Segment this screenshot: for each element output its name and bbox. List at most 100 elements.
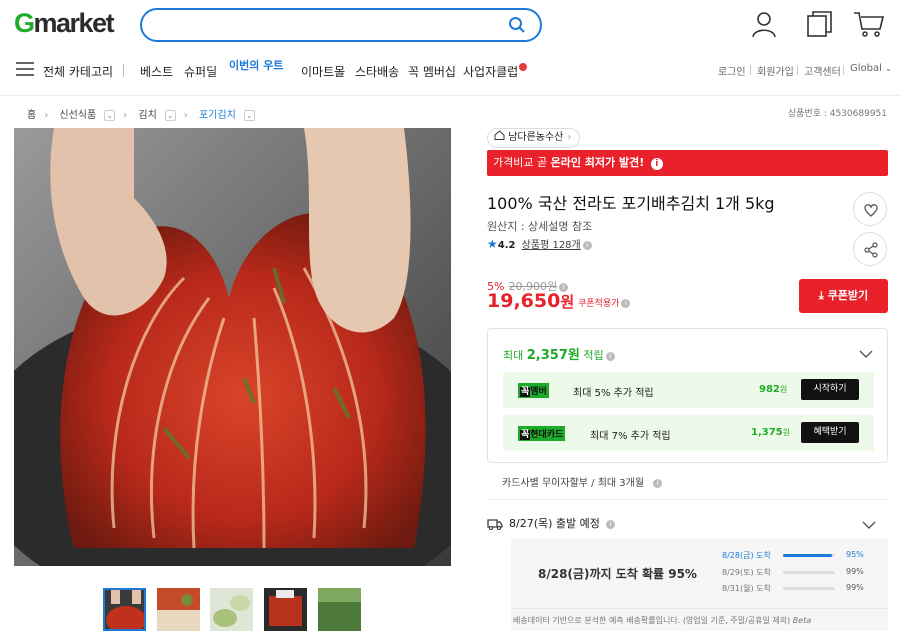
global-link[interactable]: Global ⌄ <box>850 63 892 74</box>
all-categories-button[interactable]: 전체 카테고리 <box>43 63 113 80</box>
chevron-right-icon: › <box>567 132 572 143</box>
rewards-title-suffix: 적립 <box>583 349 604 362</box>
recent-items-icon[interactable] <box>806 10 834 42</box>
menu-icon[interactable] <box>16 62 34 79</box>
breadcrumb: 홈 › 신선식품 ⌄ › 김치 ⌄ › 포기김치 ⌄ <box>27 106 263 121</box>
search-icon[interactable] <box>508 16 526 38</box>
delivery-line: 8/28(금) 도착 95% <box>722 550 872 562</box>
member-reward-row: 꼭멤버 최대 5% 추가 적립 982원 시작하기 <box>503 372 874 408</box>
reward-unit: 원 <box>782 428 791 437</box>
shipping-estimate: 8/27(목) 출발 예정 i <box>487 515 615 531</box>
info-icon[interactable]: i <box>582 240 592 250</box>
price-comparison-banner[interactable]: 가격비교 곧 온라인 최저가 발견! i <box>487 150 888 176</box>
probability-fill <box>783 587 835 590</box>
search-input[interactable] <box>156 10 496 38</box>
promo-strong: 온라인 최저가 발견! <box>550 156 645 169</box>
login-link[interactable]: 로그인 <box>718 63 746 78</box>
get-benefit-button[interactable]: 혜택받기 <box>801 422 859 443</box>
installment-info: 카드사별 무이자할부 / 최대 3개월 i <box>502 474 663 489</box>
product-number: 상품번호 : 4530689951 <box>787 109 887 119</box>
shipping-label: 8/27(목) 출발 예정 <box>509 517 600 530</box>
customer-center-link[interactable]: 고객센터 <box>804 63 841 78</box>
review-count-link[interactable]: 상품평 128개 <box>522 240 581 251</box>
nav-item-superdeal[interactable]: 슈퍼딜 <box>184 63 217 80</box>
header-divider <box>0 95 900 96</box>
rating-value: 4.2 <box>497 240 516 251</box>
nav-item-star-delivery[interactable]: 스타배송 <box>355 63 399 80</box>
reward-amount: 982원 <box>759 384 787 395</box>
main-nav: 전체 카테고리 베스트 슈퍼딜 이번의 우트 이마트몰 스타배송 꼭 멤버십 사… <box>0 55 900 85</box>
delivery-date: 8/31(월) 도착 <box>722 584 771 593</box>
breadcrumb-whole-cabbage-kimchi[interactable]: 포기김치 <box>199 110 236 121</box>
product-main-image[interactable] <box>14 128 451 566</box>
thumbnail-2[interactable] <box>157 588 200 631</box>
chevron-right-icon: › <box>123 110 128 121</box>
heart-icon <box>864 204 878 217</box>
thumbnail-1[interactable] <box>103 588 146 631</box>
start-membership-button[interactable]: 시작하기 <box>801 379 859 400</box>
share-button[interactable] <box>853 232 887 266</box>
chevron-down-icon[interactable] <box>859 343 873 362</box>
breadcrumb-home[interactable]: 홈 <box>27 110 36 121</box>
delivery-percent: 95% <box>846 550 864 559</box>
thumbnail-5[interactable] <box>318 588 361 631</box>
nav-item-fresh[interactable]: 이번의 우트 <box>229 57 283 73</box>
store-link[interactable]: 남다른농수산 › <box>487 128 581 148</box>
installment-text: 카드사별 무이자할부 / 최대 3개월 <box>502 478 645 489</box>
chevron-down-icon[interactable] <box>862 514 876 533</box>
promo-prefix: 가격비교 곧 <box>493 156 548 169</box>
logo-text: market <box>33 8 115 38</box>
business-club-label: 사업자클럽 <box>463 65 519 79</box>
beta-tag: Beta <box>792 616 812 625</box>
chevron-down-icon[interactable]: ⌄ <box>104 109 116 121</box>
probability-fill <box>783 571 835 574</box>
card-tag: 꼭현대카드 <box>518 426 566 441</box>
util-divider <box>843 65 844 75</box>
logo-g: G <box>14 8 35 38</box>
breadcrumb-kimchi[interactable]: 김치 <box>138 110 156 121</box>
search-bar[interactable] <box>140 8 542 42</box>
delivery-headline: 8/28(금)까지 도착 확률 95% <box>538 567 697 581</box>
signup-link[interactable]: 회원가입 <box>757 63 794 78</box>
breadcrumb-fresh-food[interactable]: 신선식품 <box>59 110 96 121</box>
info-icon[interactable]: i <box>653 478 663 488</box>
sale-price: 19,650원 <box>487 290 574 312</box>
thumbnail-3[interactable] <box>210 588 253 631</box>
info-icon[interactable]: i <box>621 299 631 308</box>
coupon-applied-text: 쿠폰적용가 <box>578 299 620 309</box>
reward-amount-value: 1,375 <box>751 427 783 438</box>
nav-item-business-club[interactable]: 사업자클럽 <box>463 63 528 80</box>
coupon-button-label: 쿠폰받기 <box>827 289 869 302</box>
tag-mark: 꼭 <box>520 387 531 397</box>
chevron-right-icon: › <box>44 110 49 121</box>
wishlist-button[interactable] <box>853 192 887 226</box>
info-icon[interactable]: i <box>650 158 663 170</box>
util-divider <box>797 65 798 75</box>
info-icon[interactable]: i <box>605 351 615 361</box>
user-icon[interactable] <box>751 10 777 42</box>
coupon-applied-label: 쿠폰적용가 i <box>578 296 631 309</box>
probability-fill <box>783 554 833 557</box>
chevron-down-icon: ⌄ <box>885 64 892 73</box>
info-icon[interactable]: i <box>605 519 615 529</box>
nav-item-membership[interactable]: 꼭 멤버십 <box>408 63 456 80</box>
delivery-line: 8/31(월) 도착 99% <box>722 583 872 595</box>
cart-icon[interactable] <box>853 10 885 42</box>
rewards-title-prefix: 최대 <box>503 349 524 362</box>
rewards-title: 최대 2,357원 적립 i <box>503 344 615 363</box>
chevron-down-icon[interactable]: ⌄ <box>164 109 176 121</box>
thumbnail-4[interactable] <box>264 588 307 631</box>
store-name: 남다른농수산 <box>508 132 564 143</box>
reward-text: 최대 7% 추가 적립 <box>590 431 671 442</box>
chevron-down-icon[interactable]: ⌄ <box>243 109 255 121</box>
probability-bar <box>783 587 835 590</box>
util-divider <box>750 65 751 75</box>
reward-unit: 원 <box>779 385 788 394</box>
coupon-download-button[interactable]: ⤓ 쿠폰받기 <box>799 279 888 313</box>
gmarket-logo[interactable]: Gmarket <box>14 8 115 39</box>
download-icon: ⤓ <box>818 289 824 302</box>
probability-bar <box>783 554 835 557</box>
nav-item-best[interactable]: 베스트 <box>140 63 173 80</box>
delivery-date: 8/29(토) 도착 <box>722 568 771 577</box>
nav-item-emart-mall[interactable]: 이마트몰 <box>301 63 345 80</box>
